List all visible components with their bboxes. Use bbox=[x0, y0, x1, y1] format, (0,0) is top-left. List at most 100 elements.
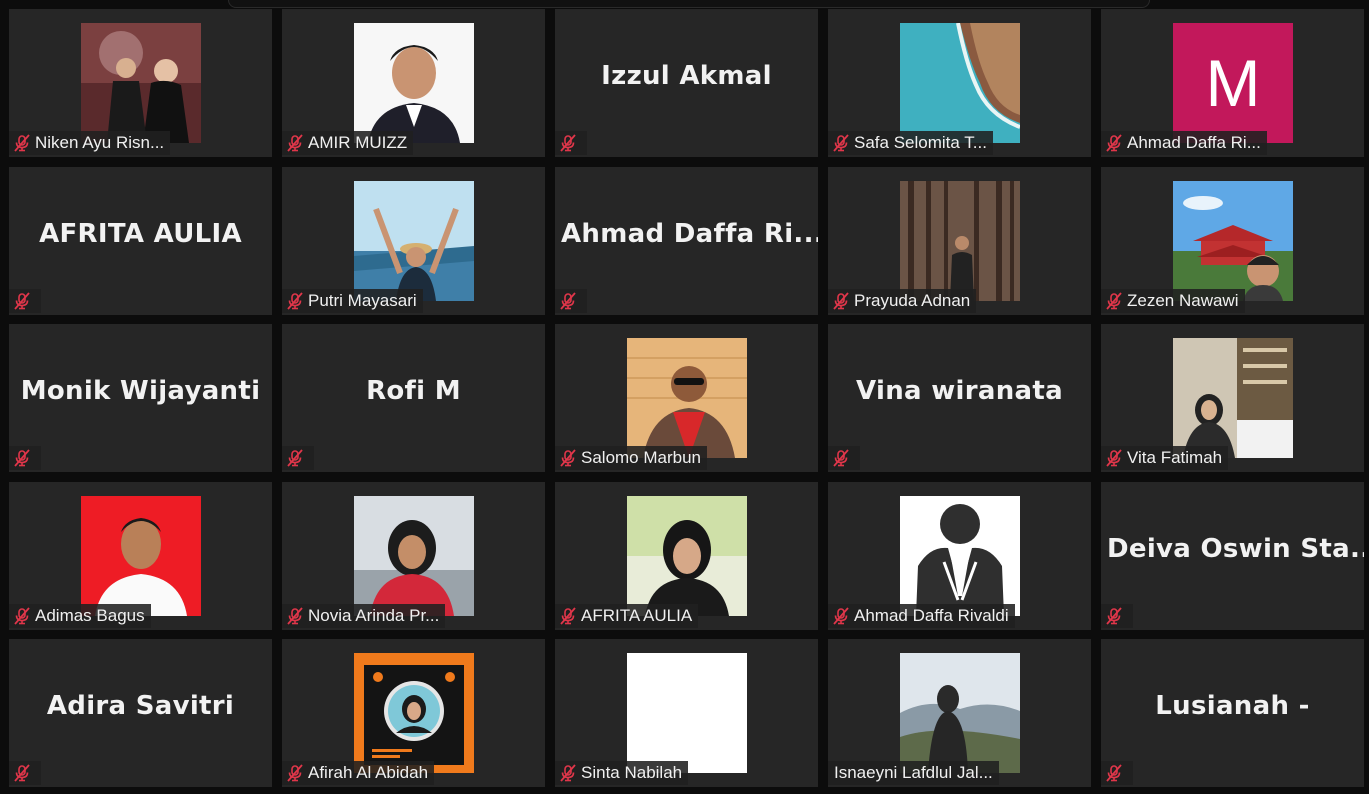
muted-microphone-icon bbox=[828, 604, 854, 628]
participant-name-bar bbox=[9, 446, 41, 470]
participant-name-bar: Sinta Nabilah bbox=[555, 761, 689, 785]
participant-tile[interactable]: AMIR MUIZZ bbox=[282, 9, 545, 157]
participant-name-display: Izzul Akmal bbox=[601, 61, 772, 91]
muted-microphone-icon bbox=[282, 131, 308, 155]
participant-tile[interactable]: M Ahmad Daffa Ri... bbox=[1101, 9, 1364, 157]
participant-name-label: Putri Mayasari bbox=[308, 291, 417, 310]
participant-tile[interactable]: Rofi M bbox=[282, 324, 545, 472]
participant-name-bar: Ahmad Daffa Rivaldi bbox=[828, 604, 1015, 628]
muted-microphone-icon bbox=[1101, 761, 1127, 785]
participant-video-thumbnail bbox=[900, 496, 1020, 616]
muted-microphone-icon bbox=[828, 446, 854, 470]
participant-name-bar: Ahmad Daffa Ri... bbox=[1101, 131, 1267, 155]
muted-microphone-icon bbox=[282, 761, 308, 785]
participant-tile[interactable]: Adimas Bagus bbox=[9, 482, 272, 630]
participant-name-bar bbox=[555, 289, 587, 313]
participant-tile[interactable]: Niken Ayu Risn... bbox=[9, 9, 272, 157]
participant-name-label: Ahmad Daffa Rivaldi bbox=[854, 606, 1009, 625]
participant-tile[interactable]: AFRITA AULIA bbox=[555, 482, 818, 630]
muted-microphone-icon bbox=[282, 289, 308, 313]
participant-name-bar: AMIR MUIZZ bbox=[282, 131, 414, 155]
participant-name-display: AFRITA AULIA bbox=[39, 219, 242, 249]
participant-video-thumbnail bbox=[81, 496, 201, 616]
muted-microphone-icon bbox=[9, 289, 35, 313]
participant-name-label: AMIR MUIZZ bbox=[308, 133, 408, 152]
muted-microphone-icon bbox=[282, 604, 308, 628]
participant-video-thumbnail bbox=[627, 496, 747, 616]
participant-video-thumbnail bbox=[81, 23, 201, 143]
muted-microphone-icon bbox=[555, 289, 581, 313]
participant-name-bar: AFRITA AULIA bbox=[555, 604, 699, 628]
muted-microphone-icon bbox=[555, 131, 581, 155]
participant-name-label: Safa Selomita T... bbox=[854, 133, 987, 152]
muted-microphone-icon bbox=[9, 761, 35, 785]
meeting-top-bar bbox=[228, 0, 1150, 8]
participant-tile[interactable]: Isnaeyni Lafdlul Jal... bbox=[828, 639, 1091, 787]
participant-video-thumbnail: M bbox=[1173, 23, 1293, 143]
muted-microphone-icon bbox=[9, 131, 35, 155]
participant-name-label: Adimas Bagus bbox=[35, 606, 145, 625]
participant-name-bar bbox=[9, 289, 41, 313]
participant-name-label: Ahmad Daffa Ri... bbox=[1127, 133, 1261, 152]
participant-video-thumbnail bbox=[1173, 338, 1293, 458]
participant-video-thumbnail bbox=[354, 653, 474, 773]
participant-tile[interactable]: Adira Savitri bbox=[9, 639, 272, 787]
muted-microphone-icon bbox=[282, 446, 308, 470]
participant-name-label: AFRITA AULIA bbox=[581, 606, 693, 625]
participant-tile[interactable]: Vina wiranata bbox=[828, 324, 1091, 472]
participant-name-display: Adira Savitri bbox=[46, 691, 235, 721]
participant-name-bar: Isnaeyni Lafdlul Jal... bbox=[828, 761, 999, 785]
participant-tile[interactable]: Zezen Nawawi bbox=[1101, 167, 1364, 315]
muted-microphone-icon bbox=[1101, 289, 1127, 313]
participant-tile[interactable]: Vita Fatimah bbox=[1101, 324, 1364, 472]
participant-name-bar: Prayuda Adnan bbox=[828, 289, 977, 313]
participant-name-bar: Afirah Al Abidah bbox=[282, 761, 435, 785]
participant-tile[interactable]: Prayuda Adnan bbox=[828, 167, 1091, 315]
participant-tile[interactable]: Deiva Oswin Sta... bbox=[1101, 482, 1364, 630]
muted-microphone-icon bbox=[555, 446, 581, 470]
participant-name-display: Lusianah - bbox=[1155, 691, 1310, 721]
participant-video-thumbnail bbox=[900, 23, 1020, 143]
participant-name-display: Rofi M bbox=[366, 376, 461, 406]
participant-tile[interactable]: Salomo Marbun bbox=[555, 324, 818, 472]
participant-name-label: Novia Arinda Pr... bbox=[308, 606, 440, 625]
participant-name-bar: Zezen Nawawi bbox=[1101, 289, 1245, 313]
participant-video-thumbnail bbox=[354, 181, 474, 301]
participant-name-label: Afirah Al Abidah bbox=[308, 763, 429, 782]
muted-microphone-icon bbox=[9, 446, 35, 470]
participant-name-bar bbox=[9, 761, 41, 785]
participant-name-display: Vina wiranata bbox=[856, 376, 1063, 406]
participant-name-bar bbox=[1101, 761, 1133, 785]
participant-tile[interactable]: Izzul Akmal bbox=[555, 9, 818, 157]
participant-name-label: Sinta Nabilah bbox=[581, 763, 683, 782]
muted-microphone-icon bbox=[828, 289, 854, 313]
participant-name-label: Niken Ayu Risn... bbox=[35, 133, 165, 152]
muted-microphone-icon bbox=[9, 604, 35, 628]
participant-name-bar bbox=[1101, 604, 1133, 628]
muted-microphone-icon bbox=[1101, 604, 1127, 628]
muted-microphone-icon bbox=[1101, 446, 1127, 470]
participant-name-bar bbox=[828, 446, 860, 470]
participant-tile[interactable]: Putri Mayasari bbox=[282, 167, 545, 315]
participant-tile[interactable]: Safa Selomita T... bbox=[828, 9, 1091, 157]
participant-name-bar: Putri Mayasari bbox=[282, 289, 423, 313]
participant-name-label: Zezen Nawawi bbox=[1127, 291, 1239, 310]
participant-tile[interactable]: Novia Arinda Pr... bbox=[282, 482, 545, 630]
participant-tile[interactable]: Afirah Al Abidah bbox=[282, 639, 545, 787]
participant-tile[interactable]: Ahmad Daffa Ri... bbox=[555, 167, 818, 315]
participant-video-thumbnail bbox=[627, 653, 747, 773]
participant-name-label: Salomo Marbun bbox=[581, 448, 702, 467]
participant-tile[interactable]: Lusianah - bbox=[1101, 639, 1364, 787]
participant-name-display: Monik Wijayanti bbox=[20, 376, 261, 406]
participant-video-thumbnail bbox=[354, 496, 474, 616]
participant-name-bar: Vita Fatimah bbox=[1101, 446, 1229, 470]
participant-tile[interactable]: Monik Wijayanti bbox=[9, 324, 272, 472]
participant-name-bar: Novia Arinda Pr... bbox=[282, 604, 446, 628]
participant-name-display: Ahmad Daffa Ri... bbox=[561, 219, 818, 249]
avatar-letter: M bbox=[1205, 46, 1261, 120]
participant-tile[interactable]: AFRITA AULIA bbox=[9, 167, 272, 315]
muted-microphone-icon bbox=[1101, 131, 1127, 155]
participant-tile[interactable]: Ahmad Daffa Rivaldi bbox=[828, 482, 1091, 630]
participant-tile[interactable]: Sinta Nabilah bbox=[555, 639, 818, 787]
participant-name-bar: Niken Ayu Risn... bbox=[9, 131, 171, 155]
